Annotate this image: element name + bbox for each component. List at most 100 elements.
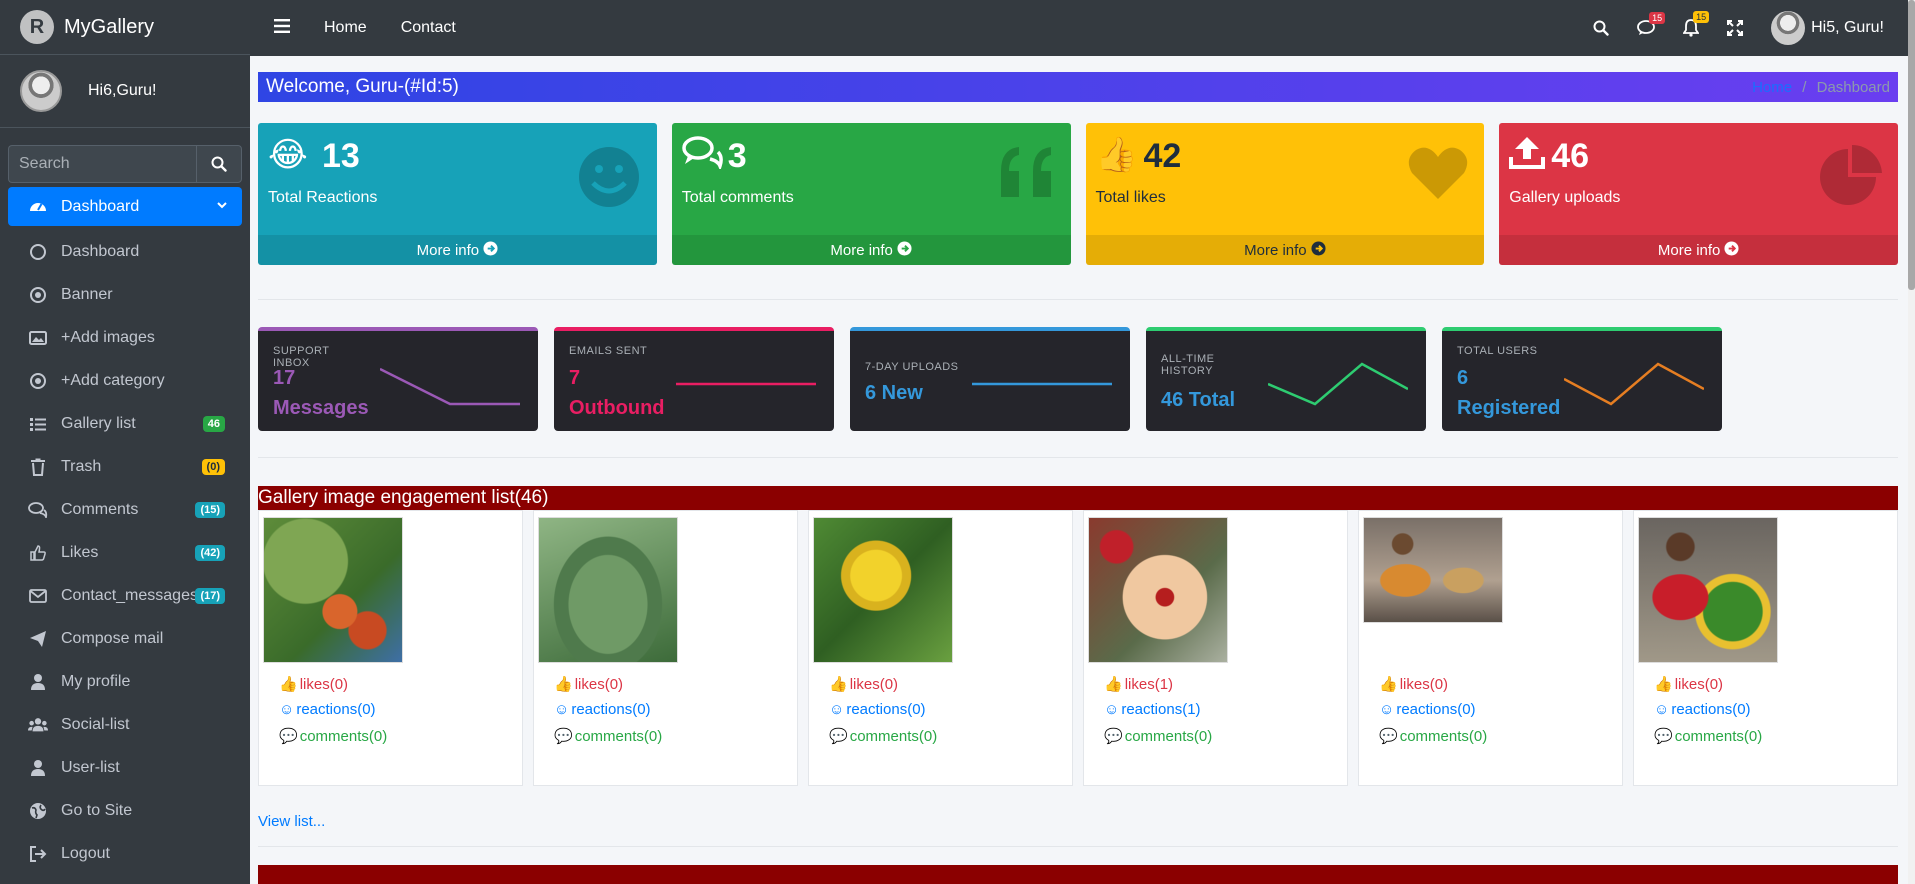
reactions-link[interactable]: ☺ reactions(0) xyxy=(279,701,376,718)
comment-icon: 💬 xyxy=(1654,728,1673,745)
likes-link[interactable]: 👍 likes(1) xyxy=(1104,675,1173,694)
gallery-section-title: Gallery image engagement list(46) xyxy=(258,486,1898,510)
sidebar-item-add-images[interactable]: +Add images xyxy=(8,316,242,359)
arrow-circle-right-icon xyxy=(483,240,498,260)
hamburger-menu-icon[interactable] xyxy=(274,18,290,38)
breadcrumb-separator: / xyxy=(1802,78,1807,96)
gallery-thumbnail[interactable] xyxy=(1088,517,1228,663)
sidebar-item-logout[interactable]: Logout xyxy=(8,832,242,875)
sidebar-item-label: Go to Site xyxy=(61,801,133,819)
sidebar-item-comments[interactable]: Comments (15) xyxy=(8,488,242,531)
user-menu[interactable]: Hi5, Guru! xyxy=(1771,11,1884,45)
card-value: 6 New xyxy=(865,382,923,404)
more-info-link[interactable]: More info xyxy=(1499,235,1898,265)
sidebar-item-dashboard[interactable]: Dashboard xyxy=(8,230,242,273)
gallery-thumbnail[interactable] xyxy=(1363,517,1503,623)
comments-link[interactable]: 💬 comments(0) xyxy=(279,727,387,746)
comments-link[interactable]: 💬 comments(0) xyxy=(1379,727,1487,746)
more-info-link[interactable]: More info xyxy=(671,235,1071,265)
likes-link[interactable]: 👍 likes(0) xyxy=(279,675,349,694)
sidebar-item-my-profile[interactable]: My profile xyxy=(8,660,242,703)
gallery-thumbnail[interactable] xyxy=(538,517,678,663)
comments-link[interactable]: 💬 comments(0) xyxy=(829,727,937,746)
breadcrumb-home-link[interactable]: Home xyxy=(1752,79,1792,96)
gallery-thumbnail[interactable] xyxy=(1638,517,1778,663)
messages-icon[interactable]: 15 xyxy=(1637,12,1666,36)
sidebar-item-go-to-site[interactable]: Go to Site xyxy=(8,789,242,832)
nav-home-link[interactable]: Home xyxy=(324,19,367,37)
stat-value: 13 xyxy=(322,137,360,175)
reactions-link[interactable]: ☺ reactions(0) xyxy=(829,701,926,718)
card-label: 7-DAY UPLOADS xyxy=(865,361,959,373)
trash-count-badge: (0) xyxy=(201,458,225,475)
likes-count: likes(0) xyxy=(299,675,349,693)
comments-icon xyxy=(28,501,48,518)
gallery-thumbnail[interactable] xyxy=(263,517,403,663)
gallery-list: 👍 likes(0) ☺ reactions(0) 💬 comments(0) 👍 li… xyxy=(258,510,1898,786)
likes-count-badge: (42) xyxy=(195,544,225,561)
more-info-link[interactable]: More info xyxy=(258,235,657,265)
notifications-bell-icon[interactable]: 15 xyxy=(1683,11,1710,37)
likes-link[interactable]: 👍 likes(0) xyxy=(1379,675,1448,694)
sidebar-item-label: Compose mail xyxy=(61,629,164,647)
mini-stat-cards: SUPPORT INBOX 17 Messages EMAILS SENT 7 … xyxy=(258,327,1898,431)
sidebar-item-label: Gallery list xyxy=(61,414,136,432)
more-info-link[interactable]: More info xyxy=(1085,235,1485,265)
gallery-count-badge: 46 xyxy=(202,415,225,432)
sidebar-item-social-list[interactable]: Social-list xyxy=(8,703,242,746)
more-info-label: More info xyxy=(830,241,893,259)
sidebar-item-user-list[interactable]: User-list xyxy=(8,746,242,789)
thumbs-up-icon: 👍 xyxy=(279,676,298,693)
reactions-count: reactions(0) xyxy=(571,701,651,718)
sidebar-item-contact-messages[interactable]: Contact_messages (17) xyxy=(8,574,242,617)
sidebar-item-compose-mail[interactable]: Compose mail xyxy=(8,617,242,660)
paper-plane-icon xyxy=(28,630,48,648)
navbar-search-icon[interactable] xyxy=(1593,20,1609,36)
user-icon xyxy=(28,673,48,691)
likes-link[interactable]: 👍 likes(0) xyxy=(1654,675,1723,694)
user-icon xyxy=(28,759,48,777)
comments-link[interactable]: 💬 comments(0) xyxy=(554,727,662,746)
messages-count-badge: (17) xyxy=(195,587,225,604)
likes-link[interactable]: 👍 likes(0) xyxy=(829,675,898,694)
gallery-thumbnail[interactable] xyxy=(813,517,953,663)
sidebar-item-add-category[interactable]: +Add category xyxy=(8,359,242,402)
reactions-link[interactable]: ☺ reactions(1) xyxy=(1104,701,1201,718)
sidebar-item-dashboard-menu[interactable]: Dashboard xyxy=(8,187,242,226)
sidebar-item-banner[interactable]: Banner xyxy=(8,273,242,316)
likes-link[interactable]: 👍 likes(0) xyxy=(554,675,623,694)
reactions-link[interactable]: ☺ reactions(0) xyxy=(1654,701,1751,718)
main-content: Welcome, Guru-(#Id:5) Home / Dashboard 😂… xyxy=(258,72,1898,884)
gallery-card: 👍 likes(1) ☺ reactions(1) 💬 comments(0) xyxy=(1083,510,1348,786)
reactions-link[interactable]: ☺ reactions(0) xyxy=(1379,701,1476,718)
breadcrumb: Home / Dashboard xyxy=(1752,79,1890,96)
sidebar-item-gallery-list[interactable]: Gallery list 46 xyxy=(8,402,242,445)
user-panel[interactable]: Hi6,Guru! xyxy=(0,55,250,128)
card-value: 7 xyxy=(569,367,581,389)
globe-icon xyxy=(28,802,48,820)
stat-value: 46 xyxy=(1551,137,1590,175)
reactions-link[interactable]: ☺ reactions(0) xyxy=(554,701,651,718)
sidebar-item-likes[interactable]: Likes (42) xyxy=(8,531,242,574)
scrollbar-thumb[interactable] xyxy=(1908,0,1915,290)
divider xyxy=(258,457,1898,458)
page-scrollbar[interactable] xyxy=(1908,0,1915,884)
brand-link[interactable]: R MyGallery xyxy=(0,0,250,55)
gallery-card: 👍 likes(0) ☺ reactions(0) 💬 comments(0) xyxy=(1358,510,1623,786)
view-list-link[interactable]: View list... xyxy=(258,813,1898,830)
divider xyxy=(258,299,1898,300)
search-button[interactable] xyxy=(196,145,242,183)
sidebar-nav: Dashboard Dashboard Banner +Add images +… xyxy=(0,187,250,875)
notifications-badge: 15 xyxy=(1693,11,1710,23)
nav-contact-link[interactable]: Contact xyxy=(401,19,456,37)
sidebar-item-trash[interactable]: Trash (0) xyxy=(8,445,242,488)
dashboard-gauge-icon xyxy=(28,198,48,216)
search-input[interactable] xyxy=(8,145,196,183)
comments-link[interactable]: 💬 comments(0) xyxy=(1654,727,1762,746)
user-name: Hi6,Guru! xyxy=(88,82,157,99)
thumbs-up-icon: 👍 xyxy=(1654,676,1673,693)
comments-link[interactable]: 💬 comments(0) xyxy=(1104,727,1212,746)
thumbs-up-icon: 👍 xyxy=(554,676,573,693)
breadcrumb-current: Dashboard xyxy=(1816,78,1890,96)
fullscreen-icon[interactable] xyxy=(1727,20,1744,36)
